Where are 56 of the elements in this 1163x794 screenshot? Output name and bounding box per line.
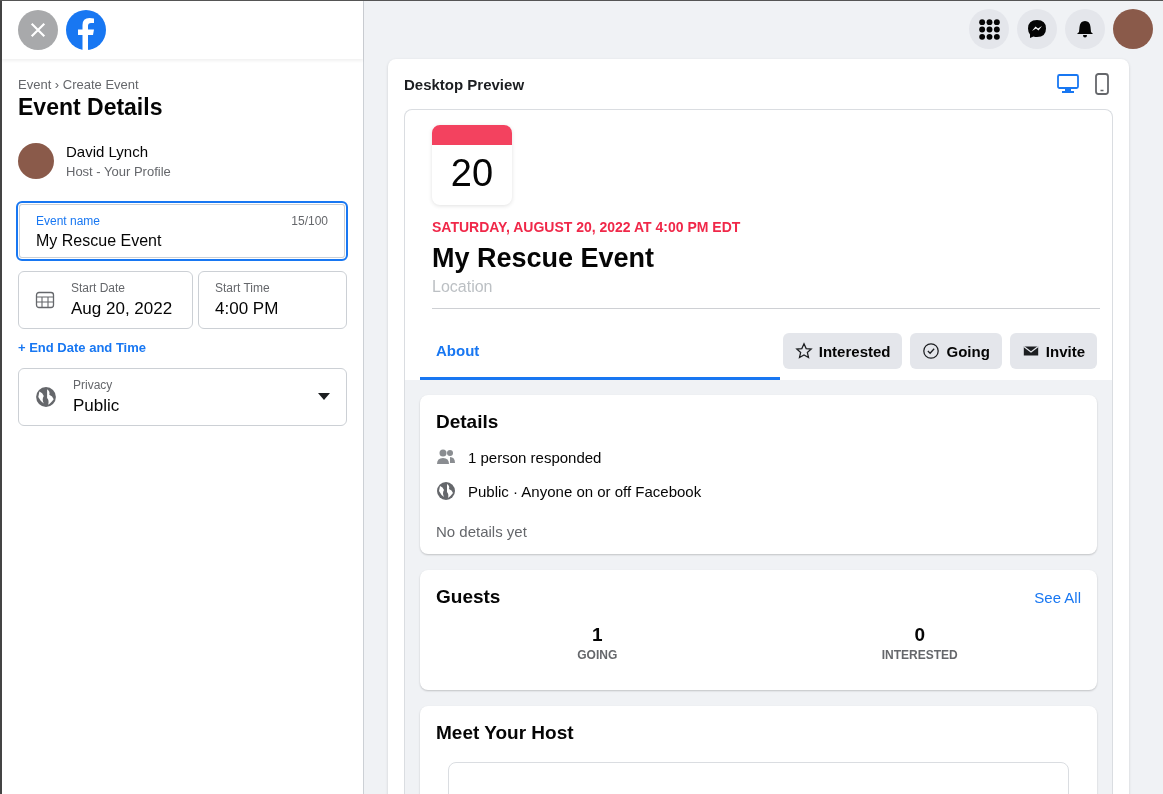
section-title: Meet Your Host <box>436 722 575 744</box>
event-title: My Rescue Event <box>432 243 656 274</box>
guest-label: INTERESTED <box>880 648 959 662</box>
section-title: Guests <box>436 586 501 608</box>
detail-text: Public · Anyone on or off Facebook <box>468 482 702 500</box>
desktop-view-button[interactable] <box>1057 73 1079 95</box>
chat-bubble-icon <box>1027 19 1047 39</box>
monitor-icon <box>1057 73 1079 95</box>
start-date-field[interactable]: Start Date Aug 20, 2022 <box>18 271 193 329</box>
see-all-link[interactable]: See All <box>1034 588 1081 606</box>
field-value: Aug 20, 2022 <box>71 299 173 319</box>
field-label: Privacy <box>73 378 114 392</box>
guest-count: 0 <box>913 624 927 646</box>
event-location: Location <box>432 278 1100 309</box>
host-name: David Lynch <box>66 143 149 160</box>
section-title: Details <box>436 411 500 433</box>
end-date-link[interactable]: + End Date and Time <box>18 340 347 355</box>
preview-title: Desktop Preview <box>404 75 525 93</box>
event-name-field[interactable]: Event name My Rescue Event 15/100 <box>16 201 348 261</box>
avatar <box>18 143 54 179</box>
start-time-field[interactable]: Start Time 4:00 PM <box>198 271 347 329</box>
field-value: 4:00 PM <box>215 299 279 319</box>
action-button[interactable]: Invite <box>1009 333 1097 369</box>
action-button[interactable]: Interested <box>782 333 903 369</box>
notifications-button[interactable] <box>1065 9 1105 49</box>
close-icon <box>29 21 47 39</box>
logo-icon <box>66 10 106 50</box>
breadcrumb: Event › Create Event <box>18 77 140 92</box>
host-role: Host - Your Profile <box>66 164 171 179</box>
profile-avatar[interactable] <box>1113 9 1153 49</box>
check-circle-icon <box>922 342 941 360</box>
action-button[interactable]: Going <box>910 333 1002 369</box>
event-datetime: SATURDAY, AUGUST 20, 2022 AT 4:00 PM EDT <box>432 219 742 235</box>
messenger-button[interactable] <box>1017 9 1057 49</box>
calendar-day: 20 <box>432 145 512 201</box>
star-icon <box>794 342 813 360</box>
apps-menu-button[interactable] <box>969 9 1009 49</box>
caret-icon <box>318 393 330 401</box>
globe-icon <box>436 481 456 501</box>
calendar-icon <box>35 290 55 310</box>
detail-text: 1 person responded <box>468 448 602 466</box>
details-note: No details yet <box>436 523 528 540</box>
bell-icon <box>1075 19 1095 39</box>
people-icon <box>436 447 456 467</box>
field-label: Start Time <box>215 281 271 295</box>
field-label: Start Date <box>71 281 127 295</box>
page-title: Event Details <box>18 94 164 121</box>
field-label: Event name <box>36 214 102 228</box>
guest-count: 1 <box>590 624 604 646</box>
privacy-dropdown[interactable]: Privacy Public <box>18 368 347 426</box>
field-value: Public <box>73 396 121 416</box>
grid-icon <box>978 18 1000 40</box>
character-counter: 15/100 <box>291 214 328 228</box>
field-value: My Rescue Event <box>36 232 162 250</box>
guest-label: GOING <box>576 648 619 662</box>
globe-icon <box>35 386 57 408</box>
